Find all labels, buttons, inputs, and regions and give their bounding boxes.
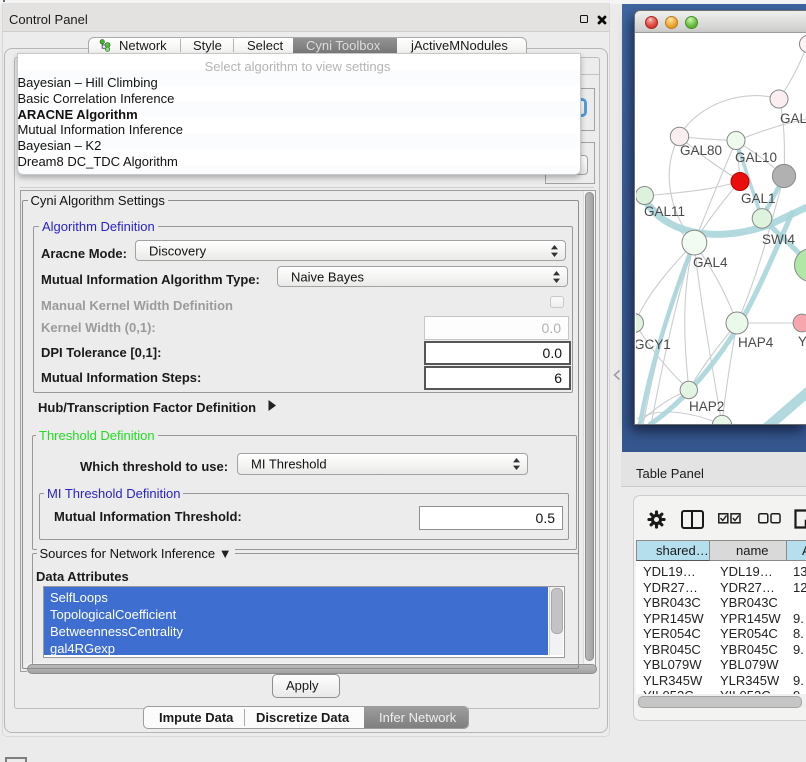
- svg-text:GAL1: GAL1: [741, 191, 776, 206]
- svg-text:GAL11: GAL11: [644, 204, 685, 219]
- svg-text:HAP4: HAP4: [738, 335, 774, 350]
- svg-text:GAL10: GAL10: [735, 150, 777, 165]
- svg-text:Y: Y: [798, 334, 806, 349]
- svg-text:GAL80: GAL80: [680, 143, 722, 158]
- svg-text:HAP2: HAP2: [689, 399, 724, 414]
- svg-text:SWI4: SWI4: [762, 232, 795, 247]
- svg-text:GAL4: GAL4: [693, 255, 728, 270]
- svg-text:GAL: GAL: [780, 111, 806, 126]
- svg-text:GCY1: GCY1: [636, 337, 671, 352]
